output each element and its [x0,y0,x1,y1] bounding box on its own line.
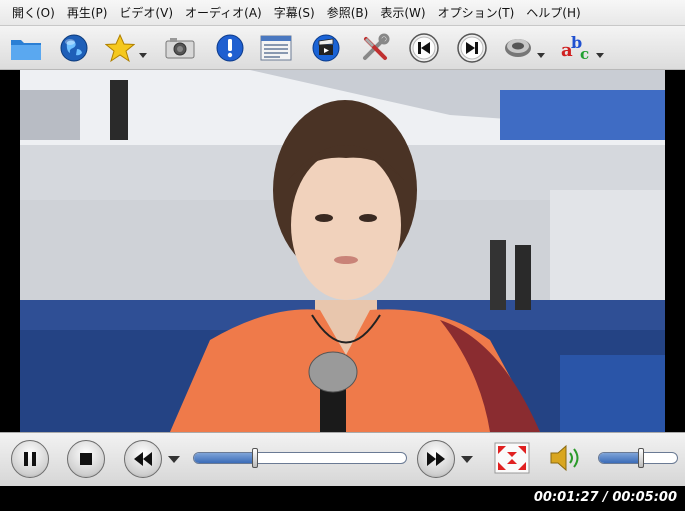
time-display: 00:01:27 / 00:05:00 [533,490,677,505]
next-track-button[interactable] [454,30,490,66]
subtitles-abc-icon: a b c [561,33,589,63]
fast-forward-icon [427,452,445,466]
menu-view[interactable]: 表示(W) [374,4,431,21]
menu-subtitles[interactable]: 字幕(S) [268,4,321,21]
rewind-button[interactable] [124,440,162,478]
video-button[interactable] [308,30,344,66]
pause-button[interactable] [11,440,49,478]
info-icon [216,34,244,62]
status-bar: 00:01:27 / 00:05:00 [0,486,685,511]
fullscreen-button[interactable] [494,442,530,474]
next-track-icon [457,33,487,63]
fast-forward-dropdown-arrow[interactable] [461,456,473,463]
playlist-icon [260,35,292,61]
video-frame[interactable] [20,70,665,432]
audio-track-dropdown-arrow[interactable] [537,53,545,58]
info-button[interactable] [212,30,248,66]
menu-bar: 開く(O) 再生(P) ビデオ(V) オーディオ(A) 字幕(S) 参照(B) … [0,0,685,26]
audio-track-icon [505,39,531,57]
volume-slider-fill [599,453,642,463]
toolbar: a b c [0,26,685,70]
volume-slider-handle[interactable] [638,448,645,468]
seek-bar-fill [194,453,256,463]
menu-options[interactable]: オプション(T) [432,4,521,21]
seek-bar-handle[interactable] [252,448,259,468]
open-file-button[interactable] [8,30,44,66]
pause-icon [24,452,36,466]
menu-video[interactable]: ビデオ(V) [113,4,179,21]
fast-forward-button[interactable] [417,440,455,478]
menu-browse[interactable]: 参照(B) [321,4,375,21]
mute-button[interactable] [548,442,584,474]
rewind-dropdown-arrow[interactable] [168,456,180,463]
menu-open[interactable]: 開く(O) [6,4,61,21]
video-frame-image [20,70,665,432]
menu-play[interactable]: 再生(P) [61,4,114,21]
screenshot-button[interactable] [162,30,198,66]
video-area[interactable] [0,70,685,432]
open-url-button[interactable] [56,30,92,66]
favorites-button[interactable] [102,30,138,66]
stop-icon [80,453,92,465]
subtitles-dropdown-arrow[interactable] [596,53,604,58]
rewind-icon [134,452,152,466]
speaker-volume-icon [550,444,579,472]
previous-track-button[interactable] [406,30,442,66]
favorites-dropdown-arrow[interactable] [139,53,147,58]
video-clapper-icon [312,34,340,62]
stop-button[interactable] [67,440,105,478]
globe-icon [60,34,88,62]
camera-screenshot-icon [165,38,195,59]
star-favorites-icon [105,33,135,63]
menu-help[interactable]: ヘルプ(H) [520,4,586,21]
previous-track-icon [409,33,439,63]
audio-track-button[interactable] [500,30,536,66]
fullscreen-icon [494,442,530,474]
svg-text:c: c [580,45,589,63]
menu-audio[interactable]: オーディオ(A) [179,4,268,21]
playlist-button[interactable] [258,30,294,66]
subtitles-button[interactable]: a b c [558,30,594,66]
preferences-button[interactable] [357,30,393,66]
tools-icon [363,33,390,60]
seek-bar[interactable] [193,452,407,464]
folder-icon [11,40,41,60]
